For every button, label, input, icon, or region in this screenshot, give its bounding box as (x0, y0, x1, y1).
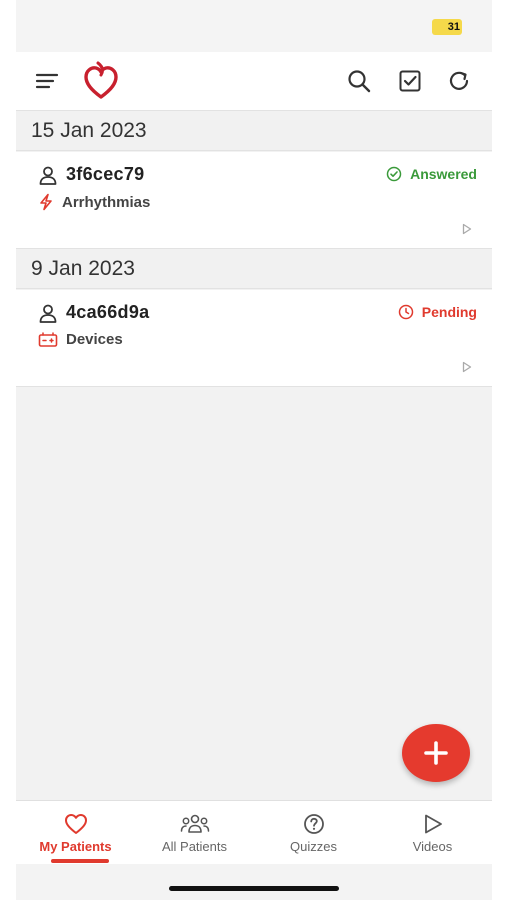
add-button[interactable] (402, 724, 470, 782)
tab-all-patients[interactable]: All Patients (135, 801, 254, 865)
active-tab-indicator (51, 859, 109, 863)
tab-label: Videos (412, 839, 453, 854)
clock-icon (398, 304, 414, 320)
tab-my-patients[interactable]: My Patients (16, 801, 135, 865)
tab-label: Quizzes (290, 839, 337, 854)
menu-icon[interactable] (30, 64, 64, 98)
date-header: 15 Jan 2023 (16, 111, 492, 151)
patient-id: 3f6cec79 (66, 164, 145, 184)
question-icon (303, 814, 324, 834)
person-icon (39, 166, 57, 185)
heart-logo (82, 61, 120, 101)
status-badge-answered: Answered (386, 166, 477, 182)
play-icon (424, 814, 442, 834)
status-badge-pending: Pending (398, 304, 477, 320)
status-bar: 31 (16, 0, 492, 52)
home-indicator[interactable] (169, 886, 339, 891)
patient-id-row: 4ca66d9a (38, 302, 149, 323)
patient-id-row: 3f6cec79 (38, 164, 144, 185)
search-icon[interactable] (342, 64, 376, 98)
tab-videos[interactable]: Videos (373, 801, 492, 865)
plus-icon (424, 741, 448, 765)
checkbox-icon[interactable] (393, 64, 427, 98)
patient-card[interactable]: 3f6cec79 Arrhythmias Answered (16, 152, 492, 249)
status-text: Answered (410, 166, 477, 182)
lightning-icon (40, 193, 52, 211)
date-header: 9 Jan 2023 (16, 249, 492, 289)
category-label: Arrhythmias (62, 193, 151, 211)
tab-quizzes[interactable]: Quizzes (254, 801, 373, 865)
app-frame: 31 15 Jan 2023 3f6cec79 Arrhythmias Answ… (16, 0, 492, 900)
group-icon (180, 814, 209, 833)
category-row: Arrhythmias (38, 193, 150, 211)
patient-id: 4ca66d9a (66, 302, 150, 322)
category-row: Devices (38, 331, 123, 348)
patient-card[interactable]: 4ca66d9a Devices Pending (16, 290, 492, 387)
refresh-icon[interactable] (442, 64, 476, 98)
bottom-tab-bar: My Patients All Patients Quizzes Videos (16, 800, 492, 865)
battery-level: 31 (447, 21, 460, 33)
category-label: Devices (66, 331, 123, 348)
check-circle-icon (386, 166, 402, 182)
status-text: Pending (421, 304, 477, 320)
top-app-bar (16, 52, 492, 111)
home-area (16, 864, 492, 900)
battery-device-icon (38, 331, 58, 347)
battery-indicator: 31 (432, 19, 462, 35)
person-icon (39, 304, 57, 323)
heart-icon (64, 814, 87, 834)
play-chevron-icon[interactable] (462, 360, 472, 378)
tab-label: All Patients (161, 839, 228, 854)
play-chevron-icon[interactable] (462, 222, 472, 240)
tab-label: My Patients (39, 839, 112, 854)
